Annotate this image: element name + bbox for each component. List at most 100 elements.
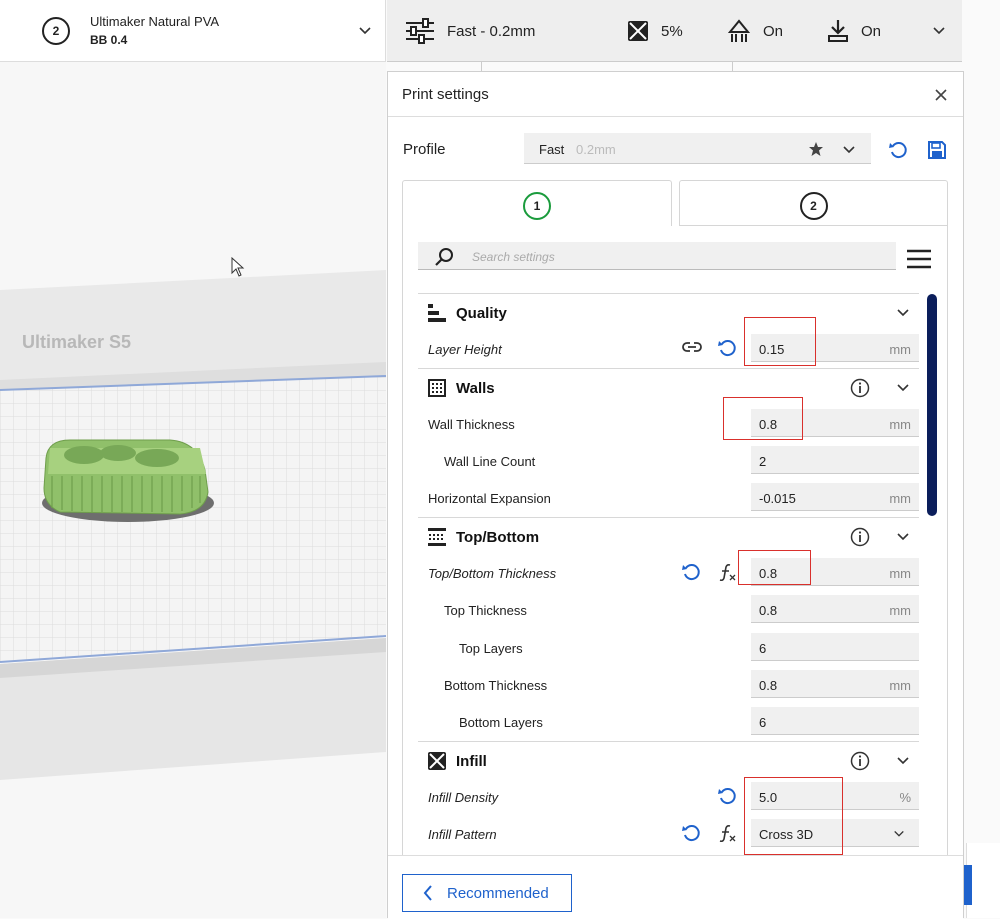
setting-value: 6 — [759, 715, 767, 731]
setting-value: 0.15 — [759, 342, 785, 358]
info-icon[interactable] — [850, 378, 870, 398]
chevron-down-icon[interactable] — [896, 530, 910, 544]
top-bottom-thickness-input[interactable]: 0.8 mm — [751, 558, 919, 587]
nozzle-name: BB 0.4 — [90, 33, 128, 47]
mouse-cursor-icon — [231, 257, 245, 277]
setting-label: Wall Thickness — [428, 416, 515, 432]
setting-unit: mm — [889, 603, 911, 619]
setting-unit: mm — [889, 566, 911, 582]
setting-label: Infill Pattern — [428, 827, 497, 843]
printer-logo: Ultimaker S5 — [22, 332, 131, 352]
setting-top-layers: Top Layers 6 — [418, 629, 919, 666]
save-icon[interactable] — [927, 140, 947, 160]
setting-value: 0.8 — [759, 677, 778, 693]
slice-button-edge[interactable] — [964, 865, 972, 905]
infill-icon — [628, 21, 648, 41]
wall-thickness-input[interactable]: 0.8 mm — [751, 408, 919, 437]
top-bar: 2 Ultimaker Natural PVA BB 0.4 Fast - 0.… — [0, 0, 962, 62]
quality-icon — [428, 304, 446, 322]
info-icon[interactable] — [850, 527, 870, 547]
function-icon[interactable] — [717, 823, 737, 843]
material-selector[interactable]: 2 Ultimaker Natural PVA BB 0.4 — [0, 0, 386, 62]
adhesion-summary[interactable]: On — [827, 18, 881, 44]
infill-icon — [428, 751, 446, 770]
support-summary[interactable]: On — [727, 18, 783, 44]
reset-icon[interactable] — [717, 338, 737, 358]
search-settings-input[interactable]: Search settings — [418, 242, 896, 270]
layer-height-input[interactable]: 0.15 mm — [751, 334, 919, 363]
setting-unit: mm — [889, 491, 911, 507]
setting-value: 0.8 — [759, 416, 778, 432]
setting-value: 6 — [759, 640, 767, 656]
print-settings-summary[interactable]: Fast - 0.2mm 5% On On — [387, 0, 962, 62]
reset-icon[interactable] — [681, 562, 701, 582]
chevron-down-icon[interactable] — [842, 143, 856, 157]
printer-name: Ultimaker S5 — [22, 332, 131, 352]
horizontal-expansion-input[interactable]: -0.015 mm — [751, 483, 919, 512]
panel-footer: Recommended — [388, 855, 963, 919]
category-quality[interactable]: Quality — [418, 293, 919, 330]
reset-icon[interactable] — [888, 140, 908, 160]
profile-summary[interactable]: Fast - 0.2mm — [405, 18, 535, 44]
setting-infill-density: Infill Density 5.0 % — [418, 778, 919, 815]
3d-viewport[interactable]: Ultimaker S5 — [0, 62, 386, 918]
setting-label: Top Layers — [459, 640, 523, 656]
chevron-down-icon[interactable] — [896, 754, 910, 768]
profile-name: Fast — [539, 142, 565, 157]
wall-line-count-input[interactable]: 2 — [751, 446, 919, 475]
recommended-button[interactable]: Recommended — [402, 874, 572, 912]
bottom-thickness-input[interactable]: 0.8 mm — [751, 669, 919, 698]
profile-label: Profile — [403, 141, 446, 158]
function-icon[interactable] — [717, 562, 737, 582]
bottom-layers-input[interactable]: 6 — [751, 707, 919, 736]
infill-pattern-select[interactable]: Cross 3D — [751, 819, 919, 848]
star-icon[interactable] — [808, 141, 824, 157]
tab-extruder-2[interactable]: 2 — [679, 180, 948, 226]
tab-extruder-1[interactable]: 1 — [402, 180, 672, 226]
profile-select[interactable]: Fast 0.2mm — [524, 133, 871, 164]
category-label: Quality — [456, 305, 507, 322]
setting-value: 0.8 — [759, 603, 778, 619]
setting-layer-height: Layer Height 0.15 mm — [418, 330, 919, 367]
category-top-bottom[interactable]: Top/Bottom — [418, 516, 919, 554]
scrollbar[interactable] — [927, 294, 937, 854]
info-icon[interactable] — [850, 751, 870, 771]
category-label: Infill — [456, 752, 487, 770]
profile-layer-height: 0.2mm — [576, 142, 616, 157]
build-plate-scene: Ultimaker S5 — [0, 270, 386, 780]
top-bottom-icon — [428, 527, 446, 546]
close-icon[interactable] — [935, 89, 947, 101]
reset-icon[interactable] — [681, 823, 701, 843]
divider — [388, 116, 963, 117]
chevron-down-icon[interactable] — [896, 381, 910, 395]
infill-summary[interactable]: 5% — [627, 18, 683, 44]
top-thickness-input[interactable]: 0.8 mm — [751, 595, 919, 624]
adhesion-summary-label: On — [861, 22, 882, 40]
scrollbar-thumb[interactable] — [927, 294, 937, 516]
search-icon — [435, 248, 453, 266]
setting-wall-line-count: Wall Line Count 2 — [418, 442, 919, 479]
chevron-down-icon[interactable] — [358, 24, 372, 38]
infill-density-input[interactable]: 5.0 % — [751, 781, 919, 810]
extruder-1-badge: 1 — [523, 192, 551, 220]
chevron-down-icon[interactable] — [932, 24, 946, 38]
material-name: Ultimaker Natural PVA — [90, 14, 220, 29]
menu-icon[interactable] — [907, 248, 931, 270]
infill-summary-label: 5% — [661, 22, 683, 40]
top-layers-input[interactable]: 6 — [751, 632, 919, 661]
walls-icon — [428, 378, 446, 397]
sliders-icon — [406, 18, 434, 44]
search-placeholder: Search settings — [472, 250, 555, 264]
setting-value: Cross 3D — [759, 827, 814, 843]
recommended-label: Recommended — [447, 884, 549, 902]
category-infill[interactable]: Infill — [418, 740, 919, 778]
reset-icon[interactable] — [717, 786, 737, 806]
extruder-2-badge: 2 — [799, 192, 828, 220]
chevron-down-icon[interactable] — [896, 306, 910, 320]
category-walls[interactable]: Walls — [418, 367, 919, 405]
settings-list: Quality Layer Height 0.15 mm Walls Wall … — [418, 293, 919, 852]
category-label: Top/Bottom — [456, 528, 540, 546]
setting-label: Top Thickness — [444, 603, 527, 619]
link-icon[interactable] — [681, 338, 703, 356]
setting-value: 5.0 — [759, 789, 778, 805]
